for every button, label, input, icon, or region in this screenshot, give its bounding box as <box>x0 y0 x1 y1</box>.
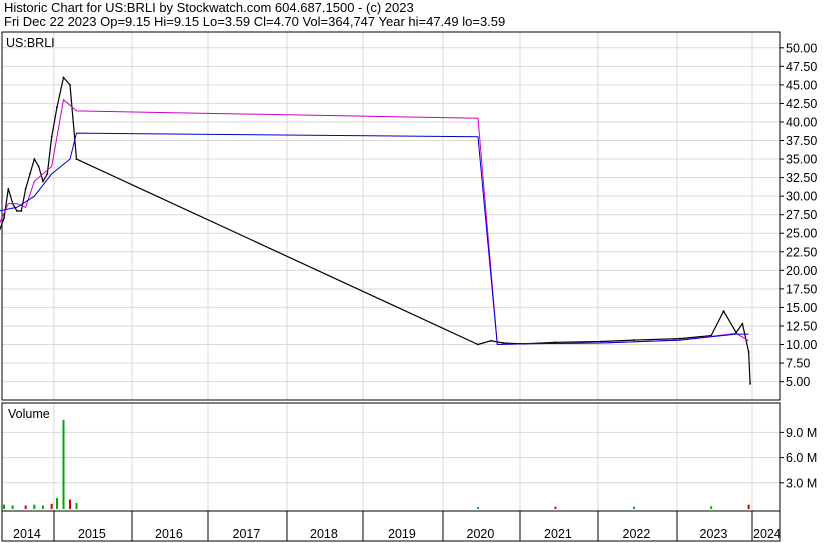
price-point <box>477 343 479 346</box>
volume-panel: Volume <box>1 402 781 512</box>
price-tick-label: 27.50 <box>786 208 817 222</box>
price-tick-label: 50.00 <box>786 41 817 55</box>
price-tick-label: 17.50 <box>786 282 817 296</box>
year-label: 2024 <box>753 527 781 541</box>
volume-y-axis: 9.0 M 6.0 M 3.0 M <box>780 426 817 490</box>
price-tick-label: 15.00 <box>786 301 817 315</box>
volume-bar <box>68 499 71 509</box>
year-label: 2016 <box>155 527 183 541</box>
year-label: 2019 <box>388 527 416 541</box>
price-tick-label: 5.00 <box>786 375 810 389</box>
price-y-axis: 50.00 47.50 45.00 42.50 40.00 37.50 35.00 32.50… <box>780 41 817 389</box>
price-point <box>56 106 58 109</box>
year-label: 2022 <box>623 527 651 541</box>
price-point <box>502 342 505 344</box>
price-point <box>554 341 557 344</box>
price-point <box>42 180 44 183</box>
volume-bars <box>2 419 750 509</box>
price-point <box>29 173 31 175</box>
year-label: 2015 <box>78 527 106 541</box>
price-point <box>741 322 744 325</box>
volume-bar <box>33 504 36 509</box>
price-point <box>747 351 750 353</box>
price-point <box>16 210 18 212</box>
price-point <box>24 187 27 190</box>
price-point <box>62 76 65 79</box>
volume-bar <box>50 503 53 509</box>
price-tick-label: 12.50 <box>786 319 817 333</box>
volume-bar <box>747 504 750 509</box>
price-point <box>7 187 10 190</box>
volume-bar <box>554 506 557 509</box>
stock-chart: US:BRLI Volume 2014 2015 2016 2017 2018 2019 2… <box>0 31 817 542</box>
price-line <box>0 76 751 384</box>
price-tick-label: 37.50 <box>786 134 817 148</box>
volume-panel-frame <box>1 402 781 512</box>
volume-tick-label: 3.0 M <box>786 476 817 490</box>
series-lines <box>0 76 751 385</box>
price-tick-label: 10.00 <box>786 338 817 352</box>
volume-tick-label: 9.0 M <box>786 426 817 440</box>
price-tick-label: 7.50 <box>786 357 810 371</box>
price-point <box>50 135 53 138</box>
price-point <box>37 165 40 168</box>
symbol-label: US:BRLI <box>6 36 55 50</box>
price-point <box>33 158 36 160</box>
price-point <box>20 210 23 212</box>
price-point <box>633 339 635 341</box>
year-label: 2020 <box>467 527 495 541</box>
price-tick-label: 30.00 <box>786 190 817 204</box>
volume-bar <box>11 505 14 509</box>
volume-bar <box>41 505 44 509</box>
price-tick-label: 42.50 <box>786 97 817 111</box>
price-tick-label: 20.00 <box>786 264 817 278</box>
year-label: 2017 <box>233 527 261 541</box>
volume-bar <box>710 506 713 509</box>
ma-long-line <box>0 132 749 346</box>
price-tick-label: 32.50 <box>786 171 817 185</box>
volume-bar <box>477 507 480 509</box>
price-point <box>46 173 49 175</box>
price-tick-label: 35.00 <box>786 153 817 167</box>
price-point <box>75 158 78 160</box>
year-label: 2014 <box>13 527 41 541</box>
price-point <box>749 382 751 385</box>
price-tick-label: 25.00 <box>786 227 817 241</box>
year-label: 2023 <box>700 527 728 541</box>
volume-bar <box>632 506 635 509</box>
volume-bar <box>75 502 78 509</box>
year-label: 2021 <box>544 527 572 541</box>
year-label: 2018 <box>310 527 338 541</box>
price-point <box>3 217 5 220</box>
x-axis: 2014 2015 2016 2017 2018 2019 2020 2021 2022 2023… <box>1 510 781 542</box>
price-tick-label: 40.00 <box>786 115 817 129</box>
price-tick-label: 45.00 <box>786 78 817 92</box>
grid <box>2 32 780 511</box>
price-tick-label: 47.50 <box>786 60 817 74</box>
price-point <box>722 310 725 313</box>
price-point <box>489 339 492 342</box>
volume-tick-label: 6.0 M <box>786 451 817 465</box>
price-point <box>678 337 681 340</box>
volume-bar <box>55 497 58 509</box>
volume-bar <box>62 419 65 509</box>
price-point <box>69 83 71 86</box>
price-tick-label: 22.50 <box>786 245 817 259</box>
volume-label: Volume <box>8 407 50 421</box>
price-point <box>600 340 602 343</box>
volume-bar <box>2 504 5 509</box>
volume-bar <box>24 505 27 509</box>
